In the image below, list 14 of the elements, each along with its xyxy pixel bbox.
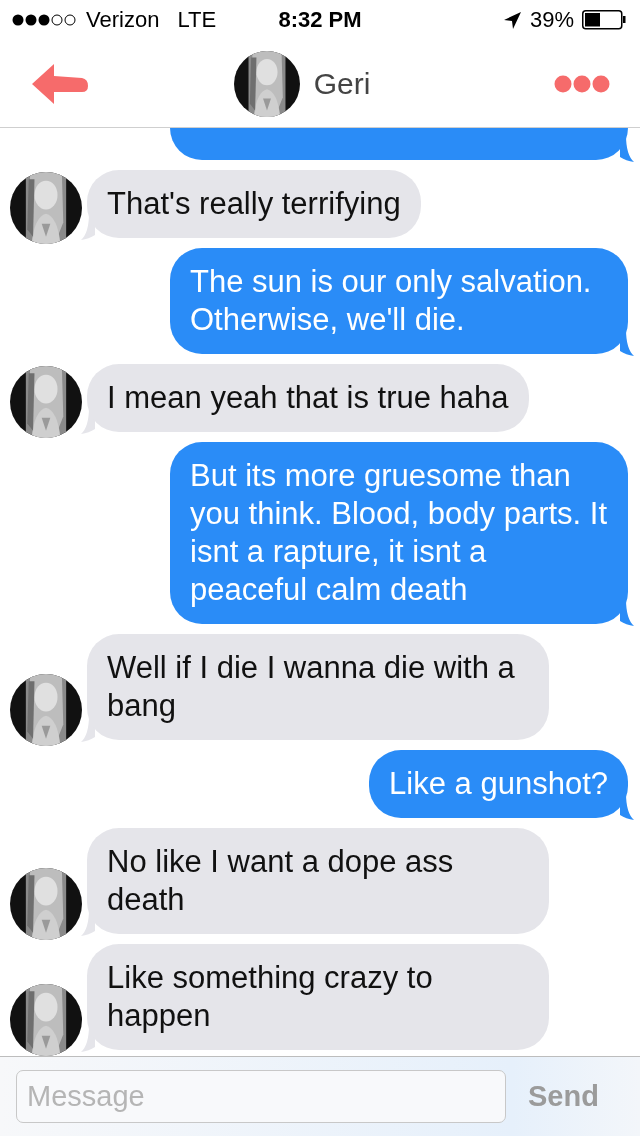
message-field[interactable]: Message (16, 1070, 506, 1123)
message-bubble: That's really terrifying (87, 170, 421, 238)
network-type: LTE (177, 7, 217, 33)
contact-name[interactable]: Geri (313, 66, 371, 101)
clock-time: 8:32 PM (278, 7, 362, 33)
message-bubble: Like something crazy to happen (87, 944, 549, 1050)
message-bubble: But its more gruesome than you think. Blood, body parts. It isnt a rapture, it isnt a peaceful calm death (170, 442, 628, 624)
carrier-name: Verizon (86, 7, 160, 33)
message-bubble: Well if I die I wanna die with a bang (87, 634, 549, 740)
battery-percent: 39% (529, 7, 574, 33)
message-bubble: Like a gunshot? (369, 750, 628, 818)
message-bubble: No like I want a dope ass death (87, 828, 549, 934)
message-bubble: I mean yeah that is true haha (87, 364, 529, 432)
message-bubble: The sun is our only salvation. Otherwise, we'll die. (170, 248, 628, 354)
